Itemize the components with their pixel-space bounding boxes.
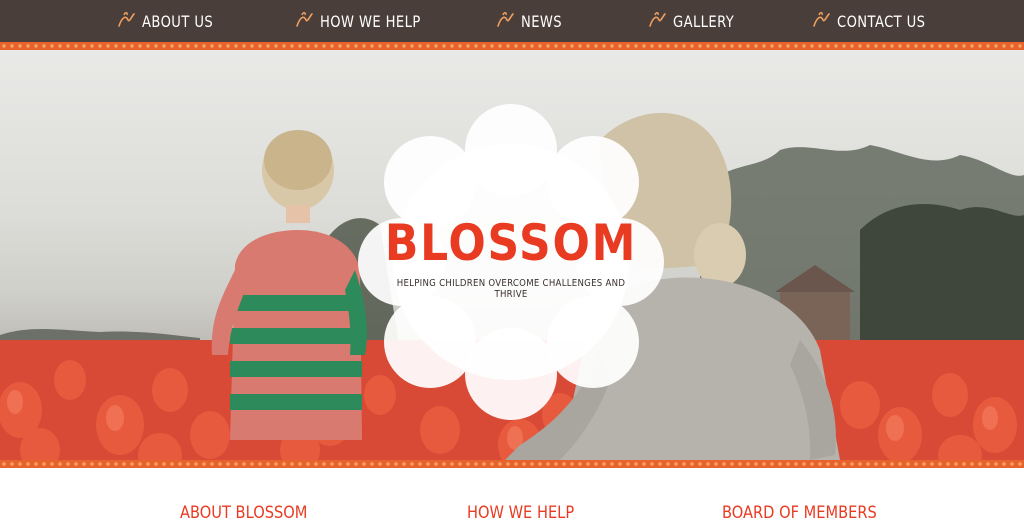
flower-icon	[118, 12, 135, 27]
section-heading-about[interactable]: About Blossom	[180, 503, 307, 527]
blossom-logo: BLOSSOM Helping children overcome challe…	[358, 102, 664, 422]
hero-banner: BLOSSOM Helping children overcome challe…	[0, 50, 1024, 460]
top-nav: About Us How We Help News Gallery Contac…	[0, 0, 1024, 42]
nav-item-how-we-help[interactable]: How We Help	[294, 0, 443, 42]
nav-label: How We Help	[320, 11, 421, 31]
decorative-trim-top	[0, 42, 1024, 50]
logo-tagline: Helping children overcome challenges and…	[396, 278, 626, 300]
nav-label: About Us	[142, 11, 214, 31]
section-heading-board[interactable]: Board of Members	[722, 503, 877, 527]
flower-icon	[813, 12, 830, 27]
nav-label: News	[521, 11, 563, 31]
nav-item-news[interactable]: News	[495, 0, 571, 42]
nav-label: Gallery	[673, 11, 735, 31]
logo-title: BLOSSOM	[384, 214, 638, 272]
flower-icon	[296, 12, 313, 27]
nav-item-gallery[interactable]: Gallery	[647, 0, 748, 42]
flower-icon	[649, 12, 666, 27]
nav-item-about-us[interactable]: About Us	[116, 0, 229, 42]
nav-item-contact-us[interactable]: Contact Us	[811, 0, 945, 42]
section-heading-how-we-help[interactable]: How We Help	[467, 503, 574, 527]
nav-label: Contact Us	[837, 11, 926, 31]
decorative-trim-bottom	[0, 460, 1024, 468]
flower-icon	[497, 12, 514, 27]
